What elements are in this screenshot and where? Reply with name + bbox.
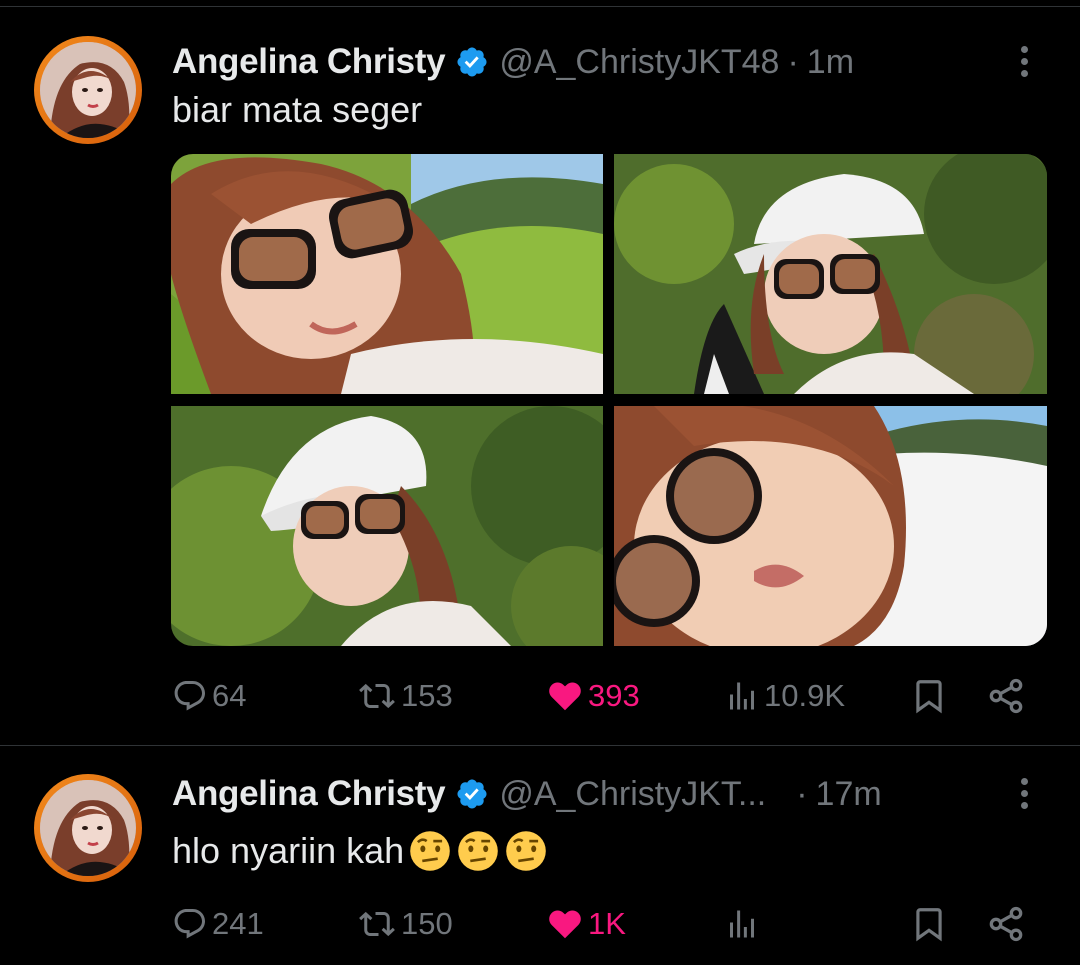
- views-button[interactable]: [724, 899, 764, 949]
- reply-count: 241: [212, 906, 264, 941]
- bookmark-button[interactable]: [910, 899, 948, 949]
- author-name[interactable]: Angelina Christy: [172, 42, 446, 82]
- separator-dot: ·: [787, 42, 799, 81]
- photo-3[interactable]: [171, 406, 603, 646]
- reply-button[interactable]: 64: [172, 671, 246, 721]
- photo-4[interactable]: [614, 406, 1047, 646]
- share-icon: [989, 678, 1023, 714]
- reply-button[interactable]: 241: [172, 899, 264, 949]
- share-icon: [989, 906, 1023, 942]
- verified-badge-icon: [457, 779, 487, 809]
- photo-2[interactable]: [614, 154, 1047, 394]
- tweet-header: Angelina Christy @A_ChristyJKT48 · 1m: [172, 40, 854, 84]
- like-button[interactable]: 393: [546, 671, 640, 721]
- like-count: 393: [588, 678, 640, 713]
- avatar[interactable]: [34, 36, 142, 144]
- bookmark-button[interactable]: [910, 671, 948, 721]
- views-button[interactable]: 10.9K: [724, 671, 845, 721]
- action-bar: 64 153 393 10.9K: [0, 671, 1080, 721]
- like-icon: [549, 910, 581, 939]
- separator-dot: ·: [796, 774, 808, 813]
- timestamp[interactable]: 1m: [807, 43, 854, 82]
- raised-eyebrow-emoji-icon: [506, 831, 546, 871]
- tweet-text: hlo nyariin kah: [172, 826, 548, 876]
- author-handle[interactable]: @A_ChristyJKT...: [499, 775, 766, 814]
- tweet-text: biar mata seger: [172, 87, 422, 133]
- raised-eyebrow-emoji-icon: [410, 831, 450, 871]
- action-bar: 241 150 1K: [0, 899, 1080, 949]
- tweet-text-content: biar mata seger: [172, 89, 423, 130]
- like-button[interactable]: 1K: [546, 899, 626, 949]
- repost-button[interactable]: 153: [357, 671, 453, 721]
- bookmark-icon: [916, 680, 942, 714]
- more-icon[interactable]: [1014, 774, 1036, 814]
- verified-badge-icon: [457, 47, 487, 77]
- repost-count: 153: [401, 678, 453, 713]
- reply-icon: [174, 909, 205, 939]
- repost-button[interactable]: 150: [357, 899, 453, 949]
- repost-icon: [359, 683, 395, 709]
- repost-count: 150: [401, 906, 453, 941]
- like-icon: [549, 682, 581, 711]
- tweet-header: Angelina Christy @A_ChristyJKT... · 17m: [172, 772, 882, 816]
- raised-eyebrow-emoji-icon: [458, 831, 498, 871]
- reply-count: 64: [212, 678, 247, 713]
- repost-icon: [359, 911, 395, 937]
- photo-1[interactable]: [171, 154, 603, 394]
- views-icon: [730, 682, 754, 710]
- views-icon: [730, 910, 754, 938]
- views-count: 10.9K: [764, 678, 846, 713]
- share-button[interactable]: [986, 899, 1026, 949]
- author-handle[interactable]: @A_ChristyJKT48: [499, 43, 779, 82]
- share-button[interactable]: [986, 671, 1026, 721]
- tweet-text-content: hlo nyariin kah: [172, 830, 405, 871]
- tweet[interactable]: Angelina Christy @A_ChristyJKT48 · 1m bi…: [0, 7, 1080, 746]
- avatar[interactable]: [34, 774, 142, 882]
- author-name[interactable]: Angelina Christy: [172, 774, 446, 814]
- reply-icon: [174, 681, 205, 711]
- tweet[interactable]: Angelina Christy @A_ChristyJKT... · 17m …: [0, 746, 1080, 965]
- bookmark-icon: [916, 908, 942, 942]
- photo-grid[interactable]: [171, 154, 1047, 646]
- more-icon[interactable]: [1014, 42, 1036, 82]
- timestamp[interactable]: 17m: [816, 775, 882, 814]
- like-count: 1K: [588, 906, 626, 941]
